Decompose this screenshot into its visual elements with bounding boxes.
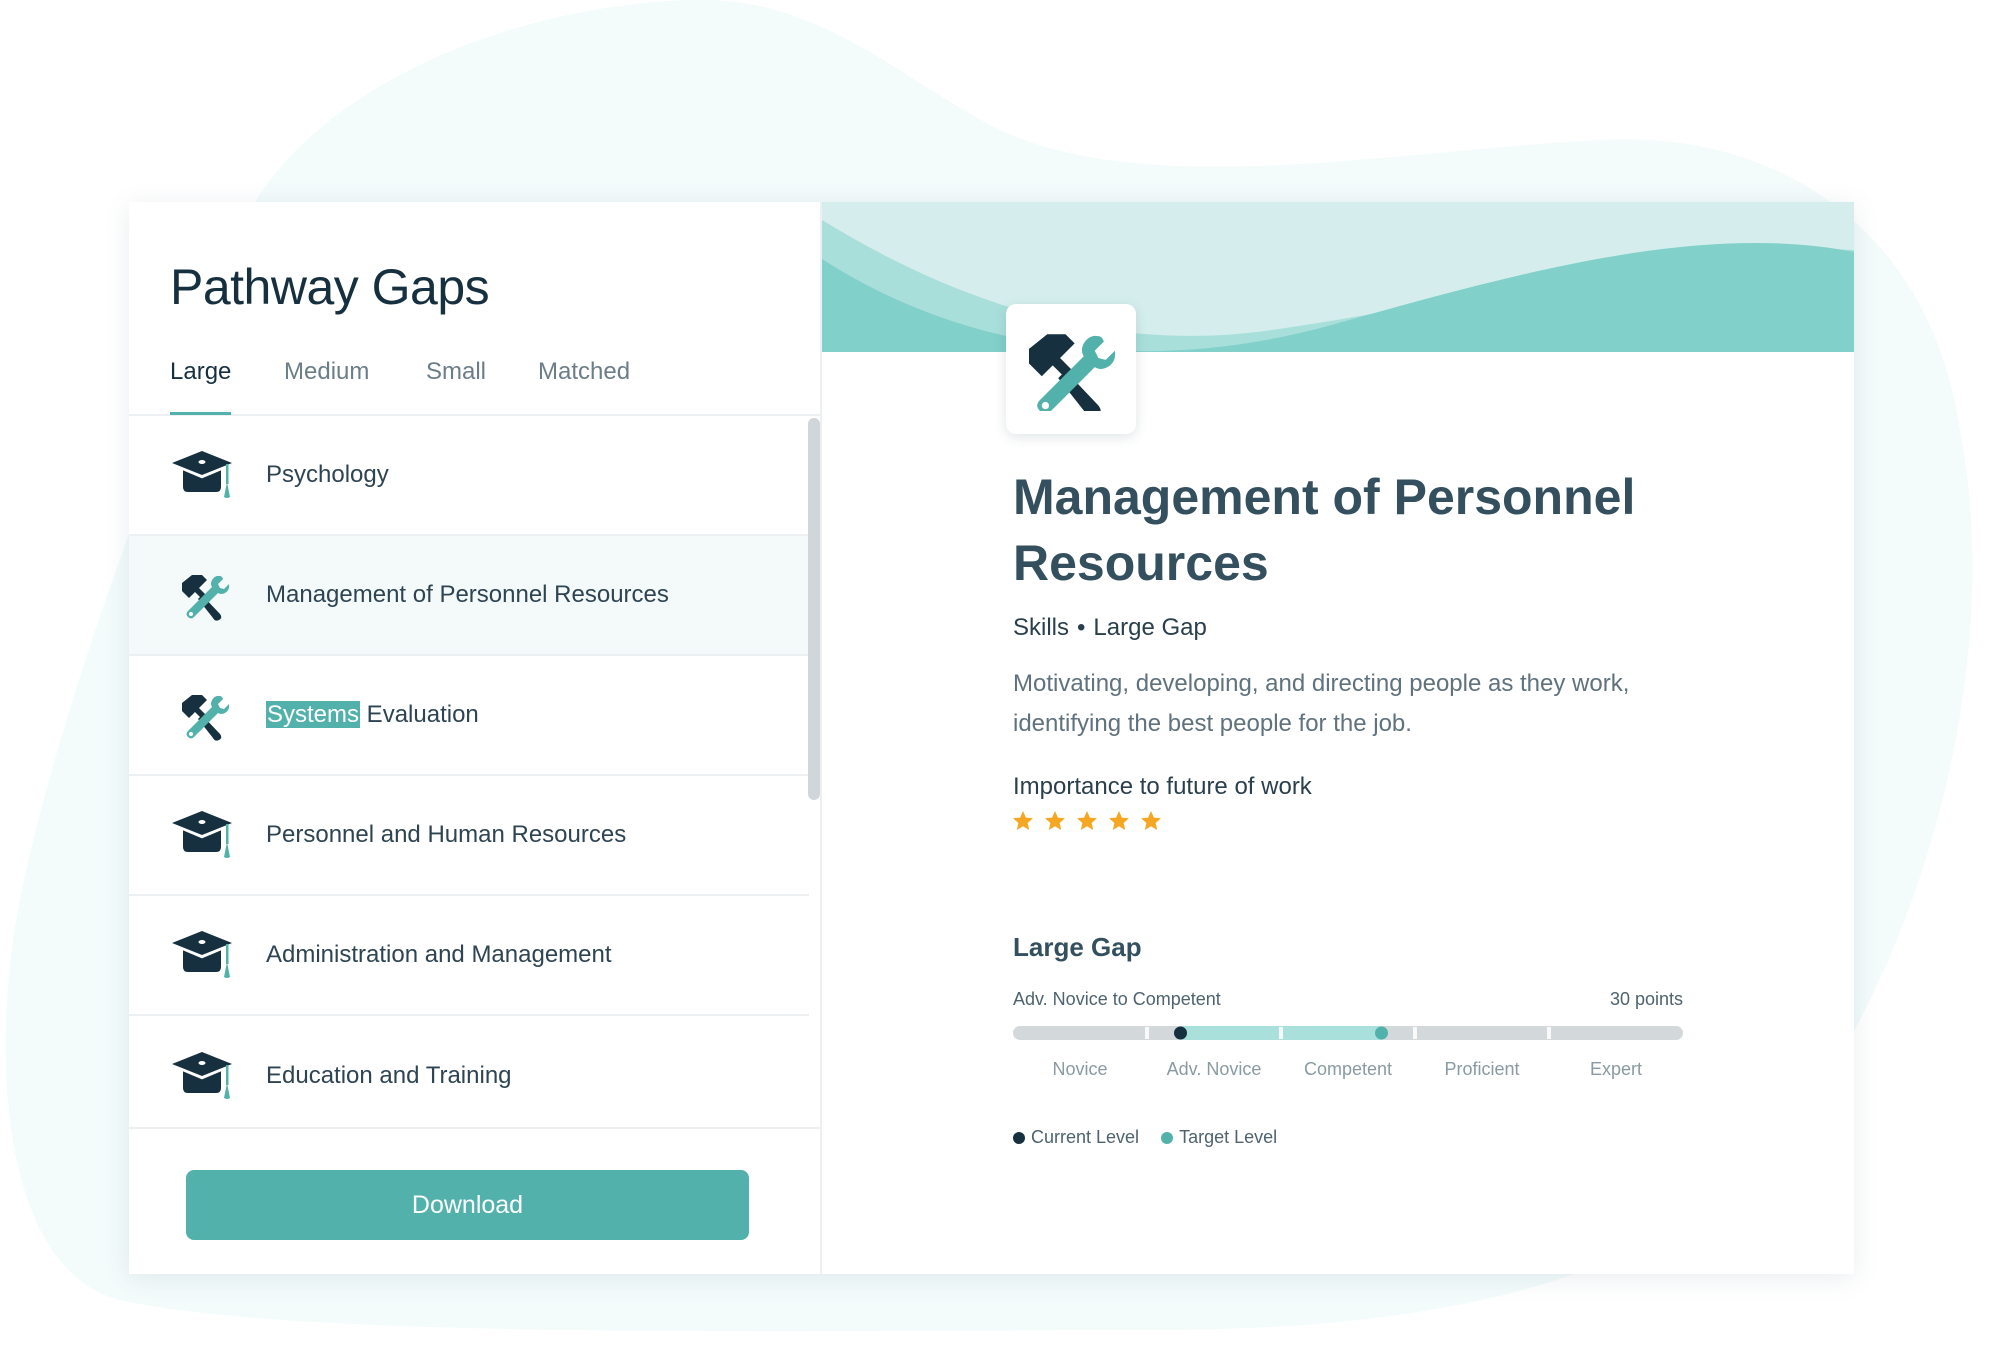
list-scrollbar[interactable] xyxy=(808,418,820,800)
tab-matched[interactable]: Matched xyxy=(538,358,630,386)
star-filled-icon xyxy=(1077,811,1097,830)
gap-list: Psychology Management of Personnel Resou… xyxy=(129,416,809,1129)
list-item[interactable]: Psychology xyxy=(129,416,809,536)
graduation-cap-icon xyxy=(172,1052,232,1099)
list-item-label: Management of Personnel Resources xyxy=(266,581,669,608)
level-label: Expert xyxy=(1589,1059,1643,1079)
legend-current-label: Current Level xyxy=(1031,1127,1140,1147)
skill-category: Skills xyxy=(1013,614,1070,641)
level-divider xyxy=(1413,1027,1417,1039)
list-item[interactable]: Personnel and Human Resources xyxy=(129,776,809,896)
legend-target-label: Target Level xyxy=(1179,1127,1278,1147)
level-progress-bar xyxy=(1013,1026,1683,1040)
meta-separator: • xyxy=(1077,614,1086,641)
level-label: Adv. Novice xyxy=(1166,1059,1262,1079)
current-level-marker xyxy=(1174,1026,1187,1040)
importance-rating xyxy=(1011,809,1163,833)
list-item-label: Psychology xyxy=(266,461,389,488)
level-legend: Current Level Target Level xyxy=(1013,1127,1299,1148)
pathway-gaps-card: Pathway Gaps Large Medium Small Matched … xyxy=(129,202,1854,1274)
level-label: Novice xyxy=(1052,1059,1108,1079)
legend-current: Current Level xyxy=(1013,1127,1139,1148)
page-title: Pathway Gaps xyxy=(170,259,490,315)
list-item[interactable]: Systems Evaluation xyxy=(129,656,809,776)
active-tab-indicator xyxy=(170,412,231,415)
list-item-selected[interactable]: Management of Personnel Resources xyxy=(129,536,809,656)
legend-target: Target Level xyxy=(1161,1127,1277,1148)
level-divider xyxy=(1547,1027,1551,1039)
tab-small[interactable]: Small xyxy=(426,358,486,386)
list-item-label: Systems Evaluation xyxy=(266,701,479,729)
header-wave-banner xyxy=(822,202,1854,352)
level-divider xyxy=(1279,1027,1283,1039)
star-filled-icon xyxy=(1045,811,1065,830)
list-item-label-rest: Evaluation xyxy=(360,701,479,728)
tab-medium[interactable]: Medium xyxy=(284,358,369,386)
skill-meta: Skills • Large Gap xyxy=(1013,614,1207,642)
skill-description: Motivating, developing, and directing pe… xyxy=(1013,670,1630,737)
importance-label: Importance to future of work xyxy=(1013,773,1312,800)
star-filled-icon xyxy=(1141,811,1161,830)
gap-points: 30 points xyxy=(1609,989,1683,1009)
skill-gap-size: Large Gap xyxy=(1093,614,1207,641)
skill-icon-card xyxy=(1006,304,1136,434)
tools-icon xyxy=(182,575,230,621)
level-label: Competent xyxy=(1303,1059,1393,1079)
detail-panel: Management of Personnel Resources Skills… xyxy=(822,202,1854,1274)
list-item[interactable]: Administration and Management xyxy=(129,896,809,1016)
target-level-dot-icon xyxy=(1161,1131,1174,1144)
tools-icon xyxy=(1029,334,1116,411)
target-level-marker xyxy=(1375,1026,1388,1040)
left-panel: Pathway Gaps Large Medium Small Matched … xyxy=(129,202,822,1274)
graduation-cap-icon xyxy=(172,931,232,978)
gap-size-tabs: Large Medium Small Matched xyxy=(129,352,820,416)
tools-icon xyxy=(182,695,230,741)
list-item-label: Administration and Management xyxy=(266,941,612,968)
level-label: Proficient xyxy=(1444,1059,1520,1079)
list-item-label: Personnel and Human Resources xyxy=(266,821,627,848)
current-level-dot-icon xyxy=(1013,1131,1025,1144)
level-labels: Novice Adv. Novice Competent Proficient Expe… xyxy=(1013,1059,1683,1083)
star-filled-icon xyxy=(1109,811,1129,830)
level-divider xyxy=(1145,1027,1149,1039)
download-button[interactable]: Download xyxy=(186,1170,749,1240)
graduation-cap-icon xyxy=(172,451,232,498)
graduation-cap-icon xyxy=(172,811,232,858)
skill-title: Management of Personnel Resources xyxy=(1013,469,1636,591)
list-divider xyxy=(129,1127,820,1129)
gap-range-text: Adv. Novice to Competent xyxy=(1013,989,1221,1009)
star-filled-icon xyxy=(1013,811,1033,830)
search-highlight: Systems xyxy=(266,701,361,728)
list-item[interactable]: Education and Training xyxy=(129,1016,809,1129)
tab-large[interactable]: Large xyxy=(170,358,231,386)
list-item-label: Education and Training xyxy=(266,1062,512,1089)
gap-heading: Large Gap xyxy=(1013,932,1142,962)
